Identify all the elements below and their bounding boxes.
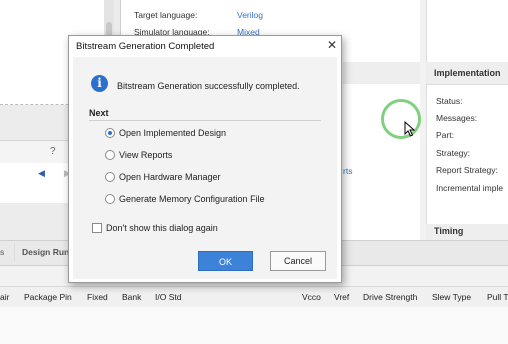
option-label: View Reports: [119, 150, 173, 160]
tab-divider: [14, 243, 15, 261]
column-header-fixed[interactable]: Fixed: [87, 292, 108, 302]
reports-link[interactable]: rts: [343, 166, 352, 176]
impl-strategy-label: Strategy:: [436, 148, 471, 158]
column-header-drive-strength[interactable]: Drive Strength: [363, 292, 417, 302]
radio-button-selected[interactable]: [105, 128, 115, 138]
column-header-diff-pair[interactable]: air: [0, 292, 9, 302]
close-icon[interactable]: ✕: [325, 38, 339, 52]
implementation-title: Implementation: [434, 68, 501, 78]
option-label: Open Implemented Design: [119, 128, 227, 138]
timing-title: Timing: [434, 226, 464, 236]
implementation-header: Implementation: [426, 62, 508, 85]
dont-show-again-checkbox[interactable]: [92, 223, 102, 233]
help-icon[interactable]: ?: [50, 146, 56, 157]
info-icon: i: [91, 75, 108, 92]
dialog-title-bar[interactable]: Bitstream Generation Completed ✕: [69, 36, 341, 55]
target-language-label: Target language:: [134, 10, 198, 20]
column-header-slew-type[interactable]: Slew Type: [432, 292, 471, 302]
column-header-package-pin[interactable]: Package Pin: [24, 292, 72, 302]
timing-header: Timing: [426, 224, 508, 240]
ok-button[interactable]: OK: [198, 251, 253, 271]
radio-button[interactable]: [105, 150, 115, 160]
impl-incremental-label: Incremental imple: [436, 183, 504, 193]
tab-partial[interactable]: s: [0, 247, 4, 257]
dialog-title: Bitstream Generation Completed: [76, 41, 215, 52]
column-header-pull-type[interactable]: Pull T: [487, 292, 508, 302]
option-label: Open Hardware Manager: [119, 172, 221, 182]
radio-button[interactable]: [105, 172, 115, 182]
impl-report-strategy-label: Report Strategy:: [436, 165, 498, 175]
column-header-bank[interactable]: Bank: [122, 292, 141, 302]
column-header-vcco[interactable]: Vcco: [302, 292, 321, 302]
column-header-io-std[interactable]: I/O Std: [155, 292, 181, 302]
status-message: Bitstream Generation successfully comple…: [117, 81, 300, 91]
target-language-link[interactable]: Verilog: [237, 10, 263, 20]
mouse-cursor-icon: [404, 121, 416, 137]
dont-show-again-label: Don't show this dialog again: [106, 223, 218, 233]
next-section-heading: Next: [89, 108, 109, 118]
section-divider: [89, 120, 321, 121]
section-header-strip: [343, 62, 420, 84]
tab-design-runs[interactable]: Design Runs: [22, 247, 74, 257]
radio-button[interactable]: [105, 194, 115, 204]
impl-part-label: Part:: [436, 130, 454, 140]
back-arrow-icon[interactable]: ◀: [38, 168, 45, 179]
impl-messages-label: Messages:: [436, 113, 478, 123]
cancel-button[interactable]: Cancel: [270, 251, 326, 271]
column-header-vref[interactable]: Vref: [334, 292, 349, 302]
bitstream-complete-dialog: Bitstream Generation Completed ✕ i Bitst…: [68, 35, 342, 283]
impl-status-label: Status:: [436, 96, 463, 106]
option-label: Generate Memory Configuration File: [119, 194, 265, 204]
io-ports-table-body: [0, 307, 508, 344]
